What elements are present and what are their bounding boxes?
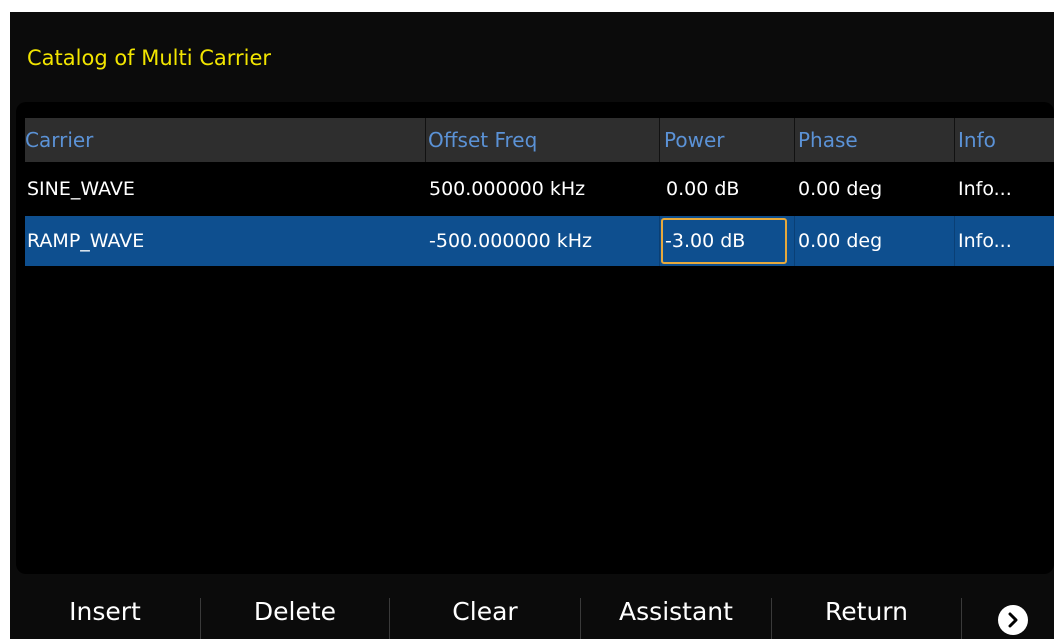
phase-cell[interactable]: 0.00 deg [795,216,954,266]
softkey-divider [961,598,962,639]
table-row[interactable]: SINE_WAVE 500.000000 kHz 0.00 dB 0.00 de… [25,164,1054,214]
screen: Catalog of Multi Carrier Carrier Offset … [10,12,1054,639]
info-cell[interactable]: Info... [955,216,1054,266]
delete-button[interactable]: Delete [201,584,389,639]
power-cell[interactable]: 0.00 dB [660,164,794,214]
column-header-power[interactable]: Power [660,118,794,162]
chevron-right-glyph [1008,612,1018,628]
column-header-offset-freq[interactable]: Offset Freq [426,118,659,162]
return-button[interactable]: Return [772,584,961,639]
info-cell[interactable]: Info... [955,164,1054,214]
page-title: Catalog of Multi Carrier [27,46,272,70]
carrier-cell[interactable]: RAMP_WAVE [27,216,425,266]
carrier-cell[interactable]: SINE_WAVE [27,164,425,214]
power-cell-active[interactable]: -3.00 dB [661,218,787,264]
clear-button[interactable]: Clear [390,584,580,639]
column-header-info[interactable]: Info [955,118,1054,162]
phase-cell[interactable]: 0.00 deg [795,164,954,214]
offset-freq-cell[interactable]: 500.000000 kHz [426,164,659,214]
column-header-carrier[interactable]: Carrier [25,118,425,162]
assistant-button[interactable]: Assistant [581,584,771,639]
insert-button[interactable]: Insert [10,584,200,639]
softkey-bar: Insert Delete Clear Assistant Return [10,584,1054,639]
table-header: Carrier Offset Freq Power Phase Info [25,118,1054,162]
table-row-selected[interactable]: RAMP_WAVE -500.000000 kHz -3.00 dB 0.00 … [25,216,1054,266]
chevron-right-circle-icon[interactable] [998,605,1028,635]
carrier-table: Carrier Offset Freq Power Phase Info SIN… [16,102,1054,574]
column-header-phase[interactable]: Phase [795,118,954,162]
column-divider [659,216,660,266]
offset-freq-cell[interactable]: -500.000000 kHz [426,216,659,266]
